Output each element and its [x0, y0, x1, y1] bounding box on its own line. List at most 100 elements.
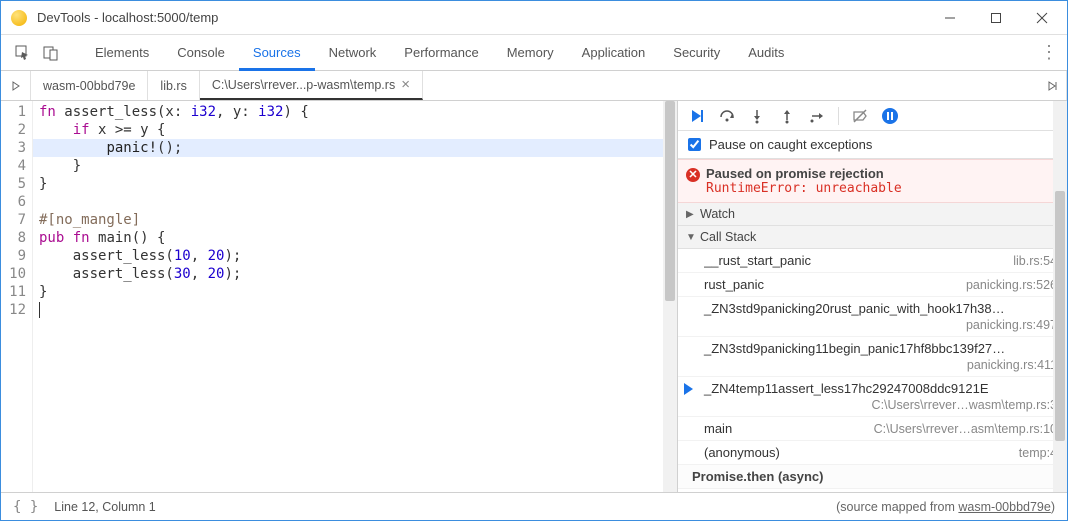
- file-tab-temp[interactable]: C:\Users\rrever...p-wasm\temp.rs×: [200, 71, 423, 100]
- code-line[interactable]: fn assert_less(x: i32, y: i32) {: [39, 103, 677, 121]
- frame-location[interactable]: lib.rs:54: [1013, 254, 1057, 268]
- tab-application[interactable]: Application: [568, 35, 660, 71]
- file-tab-wasm[interactable]: wasm-00bbd79e: [31, 71, 148, 100]
- inspect-icon[interactable]: [9, 39, 37, 67]
- frame-function: _ZN3std9panicking20rust_panic_with_hook1…: [704, 301, 1005, 316]
- close-button[interactable]: [1019, 2, 1065, 34]
- code-line[interactable]: [39, 193, 677, 211]
- app-icon: [11, 10, 27, 26]
- code-line[interactable]: }: [39, 283, 677, 301]
- source-map-suffix: ): [1051, 500, 1055, 514]
- pause-banner-message: RuntimeError: unreachable: [706, 181, 1057, 196]
- source-editor[interactable]: 123456789101112 fn assert_less(x: i32, y…: [1, 101, 677, 492]
- frame-function: _ZN3std9panicking11begin_panic17hf8bbc13…: [704, 341, 1005, 356]
- overflow-menu-icon[interactable]: ⋮: [1039, 42, 1059, 63]
- device-toggle-icon[interactable]: [37, 39, 65, 67]
- code-line[interactable]: assert_less(30, 20);: [39, 265, 677, 283]
- step-out-button[interactable]: [774, 103, 800, 129]
- line-gutter: 123456789101112: [1, 101, 33, 492]
- async-divider: Promise.then (async): [678, 465, 1067, 489]
- code-area[interactable]: fn assert_less(x: i32, y: i32) { if x >=…: [33, 101, 677, 492]
- step-button[interactable]: [804, 103, 830, 129]
- pause-exceptions-button[interactable]: [877, 103, 903, 129]
- frame-function: __rust_start_panic: [704, 253, 811, 268]
- stack-frame[interactable]: _ZN3std9panicking20rust_panic_with_hook1…: [678, 297, 1067, 337]
- pretty-print-button[interactable]: { }: [13, 499, 38, 515]
- pause-caught-label: Pause on caught exceptions: [709, 137, 872, 152]
- watch-label: Watch: [700, 207, 735, 221]
- frame-location[interactable]: panicking.rs:497: [704, 318, 1057, 332]
- code-line[interactable]: pub fn main() {: [39, 229, 677, 247]
- error-icon: ✕: [686, 168, 700, 182]
- deactivate-breakpoints-button[interactable]: [847, 103, 873, 129]
- right-scrollbar[interactable]: [1053, 101, 1067, 492]
- pause-caught-checkbox[interactable]: [688, 138, 701, 151]
- scrollbar-thumb[interactable]: [665, 101, 675, 301]
- code-line[interactable]: assert_less(10, 20);: [39, 247, 677, 265]
- stack-frame[interactable]: __rust_start_panic lib.rs:54: [678, 249, 1067, 273]
- step-into-button[interactable]: [744, 103, 770, 129]
- frame-function: rust_panic: [704, 277, 764, 292]
- file-tab-label: lib.rs: [160, 71, 186, 101]
- more-tabs-icon[interactable]: [1037, 71, 1067, 100]
- navigator-toggle-icon[interactable]: [1, 71, 31, 100]
- minimize-button[interactable]: [927, 2, 973, 34]
- source-map-prefix: (source mapped from: [836, 500, 958, 514]
- stack-frame[interactable]: rust_panic panicking.rs:526: [678, 273, 1067, 297]
- tab-sources[interactable]: Sources: [239, 35, 315, 71]
- collapse-icon: ▶: [686, 209, 696, 220]
- pause-banner: ✕ Paused on promise rejection RuntimeErr…: [678, 159, 1067, 203]
- watch-section-header[interactable]: ▶ Watch: [678, 203, 1067, 226]
- tab-elements[interactable]: Elements: [81, 35, 163, 71]
- stack-frame[interactable]: main C:\Users\rrever…asm\temp.rs:10: [678, 417, 1067, 441]
- file-tab-label: wasm-00bbd79e: [43, 71, 135, 101]
- frame-function: (anonymous): [704, 445, 780, 460]
- tab-network[interactable]: Network: [315, 35, 391, 71]
- file-tab-label: C:\Users\rrever...p-wasm\temp.rs: [212, 70, 395, 100]
- pause-caught-row[interactable]: Pause on caught exceptions: [678, 131, 1067, 159]
- step-over-button[interactable]: [714, 103, 740, 129]
- scrollbar-thumb[interactable]: [1055, 191, 1065, 441]
- frame-location[interactable]: panicking.rs:411: [704, 358, 1057, 372]
- stack-frame[interactable]: _ZN4temp11assert_less17hc29247008ddc9121…: [678, 377, 1067, 417]
- call-stack-list: __rust_start_paniclib.rs:54rust_panicpan…: [678, 249, 1067, 492]
- titlebar: DevTools - localhost:5000/temp: [1, 1, 1067, 35]
- code-line[interactable]: panic!();: [33, 139, 671, 157]
- stack-frame[interactable]: _ZN3std9panicking11begin_panic17hf8bbc13…: [678, 337, 1067, 377]
- tab-security[interactable]: Security: [659, 35, 734, 71]
- status-bar: { } Line 12, Column 1 (source mapped fro…: [1, 492, 1067, 520]
- stack-frame[interactable]: (anonymous) temp:4: [678, 441, 1067, 465]
- source-map-link[interactable]: wasm-00bbd79e: [958, 500, 1050, 514]
- callstack-section-header[interactable]: ▼ Call Stack: [678, 226, 1067, 249]
- debugger-toolbar: [678, 101, 1067, 131]
- expand-icon: ▼: [686, 232, 696, 243]
- editor-scrollbar[interactable]: [663, 101, 677, 492]
- cursor-position: Line 12, Column 1: [54, 500, 155, 514]
- debugger-pane: Pause on caught exceptions ✕ Paused on p…: [677, 101, 1067, 492]
- code-line[interactable]: #[no_mangle]: [39, 211, 677, 229]
- frame-location[interactable]: temp:4: [1019, 446, 1057, 460]
- resume-button[interactable]: [684, 103, 710, 129]
- code-line[interactable]: }: [39, 175, 677, 193]
- code-line[interactable]: if x >= y {: [39, 121, 677, 139]
- maximize-button[interactable]: [973, 2, 1019, 34]
- frame-function: main: [704, 421, 732, 436]
- frame-location[interactable]: panicking.rs:526: [966, 278, 1057, 292]
- close-tab-icon[interactable]: ×: [401, 70, 410, 100]
- main-toolbar: Elements Console Sources Network Perform…: [1, 35, 1067, 71]
- panel-tabs: Elements Console Sources Network Perform…: [81, 35, 1039, 71]
- window-title: DevTools - localhost:5000/temp: [37, 10, 927, 25]
- tab-audits[interactable]: Audits: [734, 35, 798, 71]
- file-tabs: wasm-00bbd79e lib.rs C:\Users\rrever...p…: [1, 71, 1067, 101]
- tab-memory[interactable]: Memory: [493, 35, 568, 71]
- frame-function: _ZN4temp11assert_less17hc29247008ddc9121…: [704, 381, 989, 396]
- code-line[interactable]: }: [39, 157, 677, 175]
- source-map-info: (source mapped from wasm-00bbd79e): [836, 500, 1055, 514]
- tab-performance[interactable]: Performance: [390, 35, 492, 71]
- code-line[interactable]: [39, 301, 677, 319]
- callstack-label: Call Stack: [700, 230, 756, 244]
- tab-console[interactable]: Console: [163, 35, 239, 71]
- frame-location[interactable]: C:\Users\rrever…wasm\temp.rs:3: [704, 398, 1057, 412]
- frame-location[interactable]: C:\Users\rrever…asm\temp.rs:10: [874, 422, 1057, 436]
- file-tab-lib[interactable]: lib.rs: [148, 71, 199, 100]
